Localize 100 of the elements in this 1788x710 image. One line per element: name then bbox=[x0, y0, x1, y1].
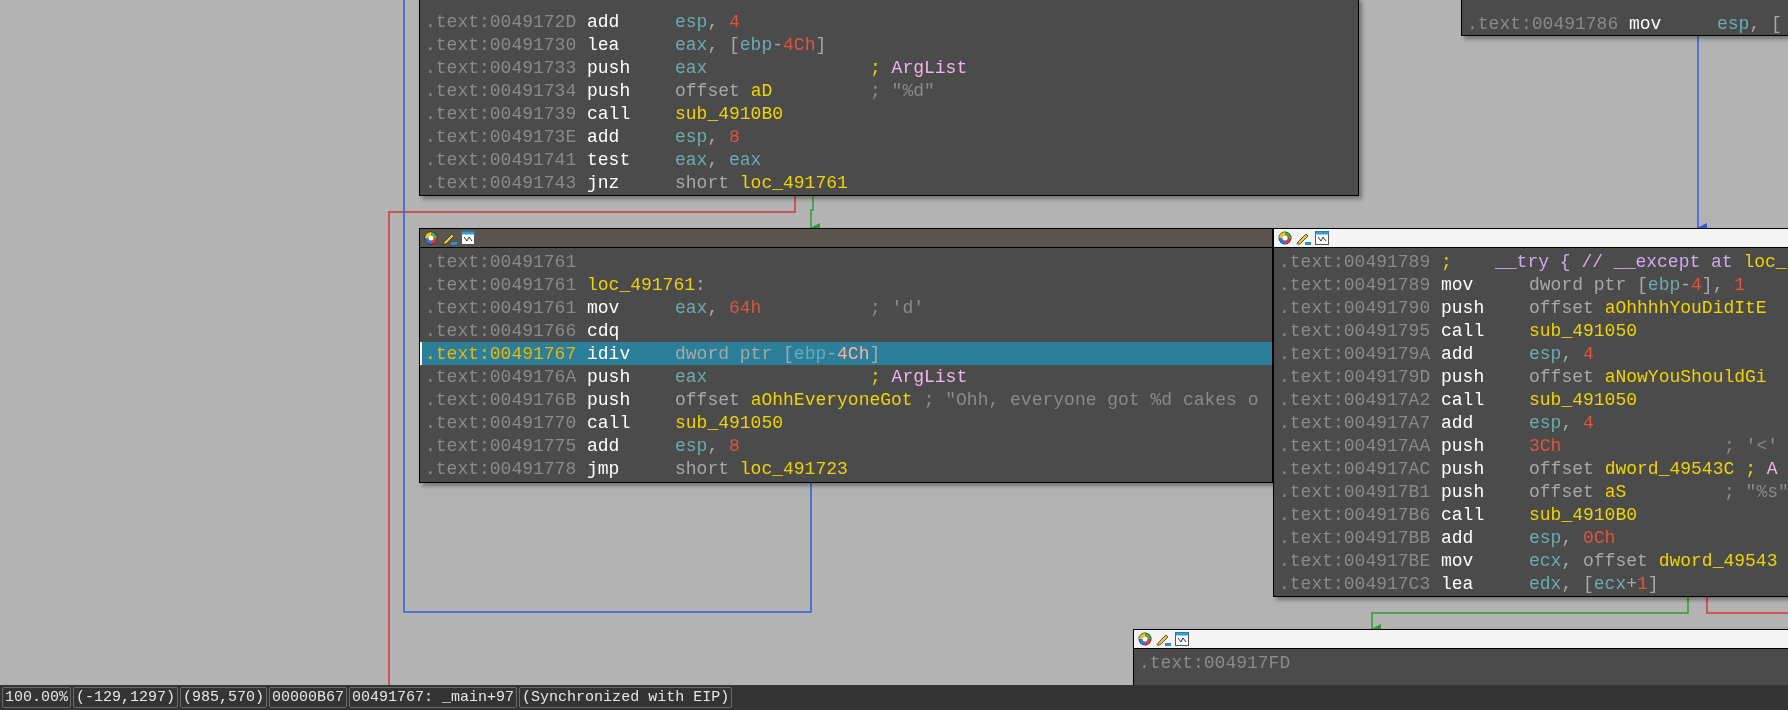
operand-text: edx, [ecx+1] bbox=[1529, 574, 1660, 593]
address-text: .text:00491730 bbox=[425, 35, 578, 54]
mnemonic-text: push bbox=[587, 367, 632, 386]
operand-text: sub_491050 bbox=[1529, 390, 1639, 409]
operand-text: eax, eax bbox=[675, 150, 763, 169]
operand-text: offset aD bbox=[675, 81, 774, 100]
address-text: .text:0049176B bbox=[425, 390, 578, 409]
graph-icon[interactable] bbox=[1175, 632, 1189, 646]
address-text: .text:00491775 bbox=[425, 436, 578, 455]
mnemonic-text: push bbox=[1441, 482, 1486, 501]
color-wheel-icon[interactable] bbox=[1138, 632, 1152, 646]
graph-icon[interactable] bbox=[1315, 231, 1329, 245]
graph-node[interactable] bbox=[1273, 228, 1788, 597]
code-line[interactable]: .text:00491761 loc_491761: bbox=[420, 273, 1272, 296]
mnemonic-text: call bbox=[587, 104, 632, 123]
address-text: .text:00491789 bbox=[1279, 252, 1432, 271]
address-text: .text:004917A7 bbox=[1279, 413, 1432, 432]
node-header[interactable] bbox=[420, 229, 1272, 248]
address-text: .text:00491778 bbox=[425, 459, 578, 478]
pencil-icon[interactable] bbox=[1156, 632, 1171, 646]
color-wheel-icon[interactable] bbox=[424, 231, 438, 245]
status-cell: 100.00% bbox=[2, 687, 71, 708]
mnemonic-text: call bbox=[1441, 321, 1486, 340]
mnemonic-text: mov bbox=[1441, 551, 1475, 570]
mnemonic-text: push bbox=[587, 390, 632, 409]
address-text: .text:00491767 bbox=[425, 344, 578, 363]
operand-text: esp, 4 bbox=[1529, 344, 1595, 363]
label-text: loc_491761: bbox=[587, 275, 706, 294]
operand-text: sub_4910B0 bbox=[675, 104, 785, 123]
comment-text: ; '<' bbox=[1724, 436, 1778, 455]
address-text: .text:00491733 bbox=[425, 58, 578, 77]
mnemonic-text: call bbox=[1441, 390, 1486, 409]
graph-node[interactable] bbox=[419, 0, 1359, 196]
operand-text: eax bbox=[675, 367, 709, 386]
comment-text: ; 'd' bbox=[870, 298, 924, 317]
operand-text: eax, 64h bbox=[675, 298, 763, 317]
mnemonic-text: idiv bbox=[587, 344, 632, 363]
mnemonic-text: test bbox=[587, 150, 632, 169]
mnemonic-text: jmp bbox=[587, 459, 621, 478]
mnemonic-text: push bbox=[1441, 459, 1486, 478]
operand-text: esp, 0Ch bbox=[1529, 528, 1617, 547]
address-text: .text:004917BE bbox=[1279, 551, 1432, 570]
code-line[interactable]: .text:00491770 call sub_491050 bbox=[420, 411, 1272, 434]
address-text: .text:004917BB bbox=[1279, 528, 1432, 547]
operand-text: esp, 8 bbox=[675, 127, 741, 146]
operand-text: esp, 4 bbox=[675, 12, 741, 31]
operand-text: eax, [ebp-4Ch] bbox=[675, 35, 828, 54]
address-text: .text:00491795 bbox=[1279, 321, 1432, 340]
label-text: ; __try { // __except at loc_ bbox=[1441, 252, 1787, 271]
code-line[interactable]: .text:00491778 jmp short loc_491723 bbox=[420, 457, 1272, 480]
status-cell: (Synchronized with EIP) bbox=[519, 687, 733, 708]
operand-text: sub_4910B0 bbox=[1529, 505, 1639, 524]
comment-text: ; "%s" bbox=[1724, 482, 1788, 501]
operand-text: short loc_491723 bbox=[675, 459, 849, 478]
address-text: .text:00491761 bbox=[425, 275, 578, 294]
address-text: .text:0049179D bbox=[1279, 367, 1432, 386]
comment-text: ; "%d" bbox=[870, 81, 935, 100]
operand-text: short loc_491761 bbox=[675, 173, 849, 192]
mnemonic-text: lea bbox=[1441, 574, 1475, 593]
address-text: .text:00491739 bbox=[425, 104, 578, 123]
operand-text: ecx, offset dword_49543 bbox=[1529, 551, 1778, 570]
pencil-icon[interactable] bbox=[442, 231, 457, 245]
address-text: .text:0049173E bbox=[425, 127, 578, 146]
status-cell: (-129,1297) bbox=[73, 687, 179, 708]
operand-text: dword ptr [ebp-4Ch] bbox=[675, 344, 881, 363]
node-header[interactable] bbox=[1134, 630, 1788, 649]
graph-node[interactable] bbox=[419, 228, 1273, 483]
mnemonic-text: push bbox=[1441, 436, 1486, 455]
code-line[interactable]: .text:00491766 cdq bbox=[420, 319, 1272, 342]
operand-text: esp, 4 bbox=[1529, 413, 1595, 432]
comment-text: ; "Ohh, everyone got %d cakes o bbox=[923, 390, 1259, 409]
color-wheel-icon[interactable] bbox=[1278, 231, 1292, 245]
operand-text: dword ptr [ebp-4], 1 bbox=[1529, 275, 1746, 294]
code-line[interactable]: .text:00491761 mov eax, 64h ; 'd' bbox=[420, 296, 1272, 319]
mnemonic-text: call bbox=[1441, 505, 1486, 524]
code-line[interactable]: .text:0049176A push eax ; ArgList bbox=[420, 365, 1272, 388]
address-text: .text:004917FD bbox=[1139, 653, 1292, 672]
operand-text: offset aOhhhhYouDidItE bbox=[1529, 298, 1767, 317]
address-text: .text:0049179A bbox=[1279, 344, 1432, 363]
address-text: .text:0049172D bbox=[425, 12, 578, 31]
address-text: .text:00491789 bbox=[1279, 275, 1432, 294]
pencil-icon[interactable] bbox=[1296, 231, 1311, 245]
operand-text: offset dword_49543C bbox=[1529, 459, 1735, 478]
status-cell: (985,570) bbox=[180, 687, 268, 708]
address-text: .text:004917AC bbox=[1279, 459, 1432, 478]
status-cell: 00000B67 bbox=[269, 687, 348, 708]
address-text: .text:00491741 bbox=[425, 150, 578, 169]
comment-text: ; A bbox=[1745, 459, 1778, 478]
operand-text: eax bbox=[675, 58, 709, 77]
address-text: .text:004917AA bbox=[1279, 436, 1432, 455]
code-line[interactable]: .text:00491775 add esp, 8 bbox=[420, 434, 1272, 457]
mnemonic-text: mov bbox=[1629, 14, 1663, 33]
mnemonic-text: add bbox=[587, 436, 621, 455]
node-header[interactable] bbox=[1274, 229, 1788, 248]
mnemonic-text: push bbox=[587, 58, 632, 77]
graph-node[interactable]: .text:00491786 mov esp, [ bbox=[1461, 0, 1788, 36]
graph-icon[interactable] bbox=[461, 231, 475, 245]
address-text: .text:00491734 bbox=[425, 81, 578, 100]
code-line[interactable]: .text:0049176B push offset aOhhEveryoneGot ; "Ohh, everyone got %d cakes o bbox=[420, 388, 1272, 411]
address-text: .text:00491743 bbox=[425, 173, 578, 192]
